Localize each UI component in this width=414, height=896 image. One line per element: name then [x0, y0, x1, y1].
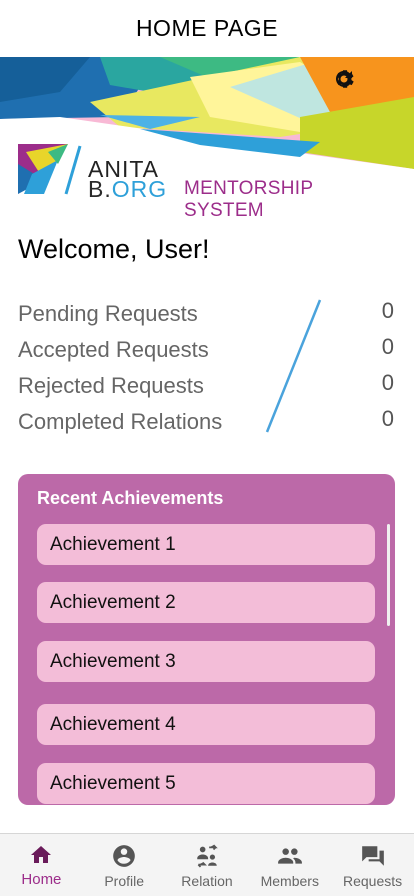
- stat-value: 0: [381, 334, 394, 359]
- stat-accepted: Accepted Requests 0: [18, 334, 396, 371]
- refresh-icon[interactable]: [335, 67, 396, 93]
- nav-members[interactable]: Members: [248, 834, 331, 896]
- logo-mentorship-text: MENTORSHIP SYSTEM: [184, 178, 313, 221]
- nav-label: Relation: [181, 873, 233, 889]
- stat-value: 0: [381, 298, 394, 323]
- profile-icon: [113, 845, 136, 867]
- app-bar: HOME PAGE: [0, 0, 414, 57]
- stat-rejected: Rejected Requests 0: [18, 370, 396, 407]
- achievement-item[interactable]: Achievement 4: [37, 704, 375, 745]
- stat-completed: Completed Relations 0: [18, 406, 396, 443]
- stats-summary: Pending Requests 0 Accepted Requests 0 R…: [18, 298, 396, 442]
- requests-icon: [361, 846, 384, 866]
- members-icon: [277, 848, 302, 864]
- stat-label: Rejected Requests: [18, 373, 204, 398]
- achievement-item[interactable]: Achievement 2: [37, 582, 375, 623]
- recent-achievements-card[interactable]: Recent Achievements Achievement 1 Achiev…: [18, 474, 395, 805]
- stat-label: Pending Requests: [18, 301, 198, 326]
- nav-label: Requests: [343, 873, 403, 889]
- achievement-item[interactable]: Achievement 3: [37, 641, 375, 682]
- stat-label: Accepted Requests: [18, 337, 209, 362]
- nav-home[interactable]: Home: [0, 834, 83, 896]
- welcome-heading: Welcome, User!: [18, 234, 210, 264]
- nav-label: Home: [21, 871, 62, 888]
- achievement-item[interactable]: Achievement 5: [37, 763, 375, 804]
- stat-label: Completed Relations: [18, 409, 223, 434]
- card-title: Recent Achievements: [37, 488, 224, 508]
- achievement-item[interactable]: Achievement 1: [37, 524, 375, 565]
- home-icon: [31, 846, 52, 863]
- nav-label: Members: [260, 873, 319, 889]
- stat-pending: Pending Requests 0: [18, 298, 396, 335]
- nav-requests[interactable]: Requests: [331, 834, 414, 896]
- nav-relation[interactable]: Relation: [166, 834, 249, 896]
- logo-mark-icon: [18, 144, 82, 195]
- nav-label: Profile: [104, 873, 145, 889]
- achievement-scrollbar[interactable]: [387, 524, 390, 626]
- anita-borg-logo: ANITA B.ORG MENTORSHIP SYSTEM: [18, 144, 398, 221]
- stat-value: 0: [381, 406, 394, 431]
- stat-value: 0: [381, 370, 394, 395]
- page-title: HOME PAGE: [135, 15, 279, 41]
- bottom-navigation: Home Profile Relation Members Requests: [0, 833, 414, 896]
- logo-borg-text: B.ORG: [88, 176, 168, 202]
- relation-icon: [197, 844, 218, 868]
- nav-profile[interactable]: Profile: [83, 834, 166, 896]
